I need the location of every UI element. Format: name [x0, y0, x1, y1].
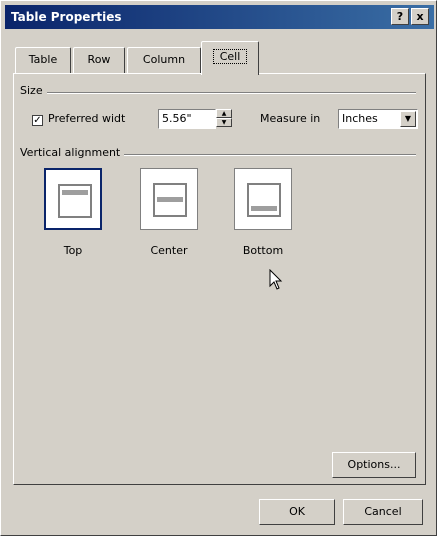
spin-down-icon[interactable]: ▼ — [216, 118, 232, 127]
alignment-group-label: Vertical alignment — [20, 146, 125, 159]
align-bottom-bar — [251, 206, 277, 211]
tab-row-label: Row — [87, 53, 111, 66]
chevron-down-icon[interactable]: ▼ — [400, 111, 416, 127]
align-top-button[interactable] — [44, 168, 102, 230]
help-button[interactable]: ? — [391, 8, 409, 25]
window-title: Table Properties — [11, 10, 122, 24]
title-bar[interactable]: Table Properties ? x — [5, 5, 434, 29]
tab-column-label: Column — [142, 53, 186, 66]
align-top-label: Top — [63, 244, 83, 257]
measure-in-value: Inches — [342, 112, 378, 125]
tab-table-label: Table — [28, 53, 58, 66]
align-bottom-label: Bottom — [242, 244, 284, 257]
cancel-button[interactable]: Cancel — [343, 499, 423, 525]
align-center-label: Center — [150, 244, 188, 257]
ok-button[interactable]: OK — [259, 499, 335, 525]
size-group-label: Size — [20, 84, 47, 97]
align-bottom-button[interactable] — [234, 168, 292, 230]
preferred-width-checkbox[interactable]: ✓ — [32, 115, 43, 126]
size-group-divider — [20, 92, 416, 94]
measure-in-label: Measure in — [260, 112, 321, 125]
align-center-bar — [157, 197, 183, 202]
close-button[interactable]: x — [411, 8, 429, 25]
align-top-icon — [58, 184, 92, 218]
tab-cell-label: Cell — [212, 49, 248, 64]
tab-column[interactable]: Column — [127, 47, 201, 73]
preferred-width-label: Preferred widt — [48, 112, 126, 125]
align-center-button[interactable] — [140, 168, 198, 230]
align-bottom-icon — [247, 183, 281, 217]
tab-table[interactable]: Table — [15, 47, 71, 73]
cell-tab-panel: Size ✓ Preferred widt 5.56" ▲ ▼ Measure … — [13, 73, 426, 485]
align-top-bar — [62, 190, 88, 195]
preferred-width-input[interactable]: 5.56" — [158, 109, 216, 129]
align-center-icon — [153, 183, 187, 217]
tab-row[interactable]: Row — [73, 47, 125, 73]
width-spinner[interactable]: ▲ ▼ — [216, 109, 232, 129]
tab-cell[interactable]: Cell — [201, 41, 259, 75]
options-button[interactable]: Options... — [332, 452, 416, 478]
table-properties-dialog: Table Properties ? x Table Row Column Ce… — [0, 0, 437, 536]
mouse-pointer-icon — [269, 269, 283, 290]
spin-up-icon[interactable]: ▲ — [216, 109, 232, 118]
